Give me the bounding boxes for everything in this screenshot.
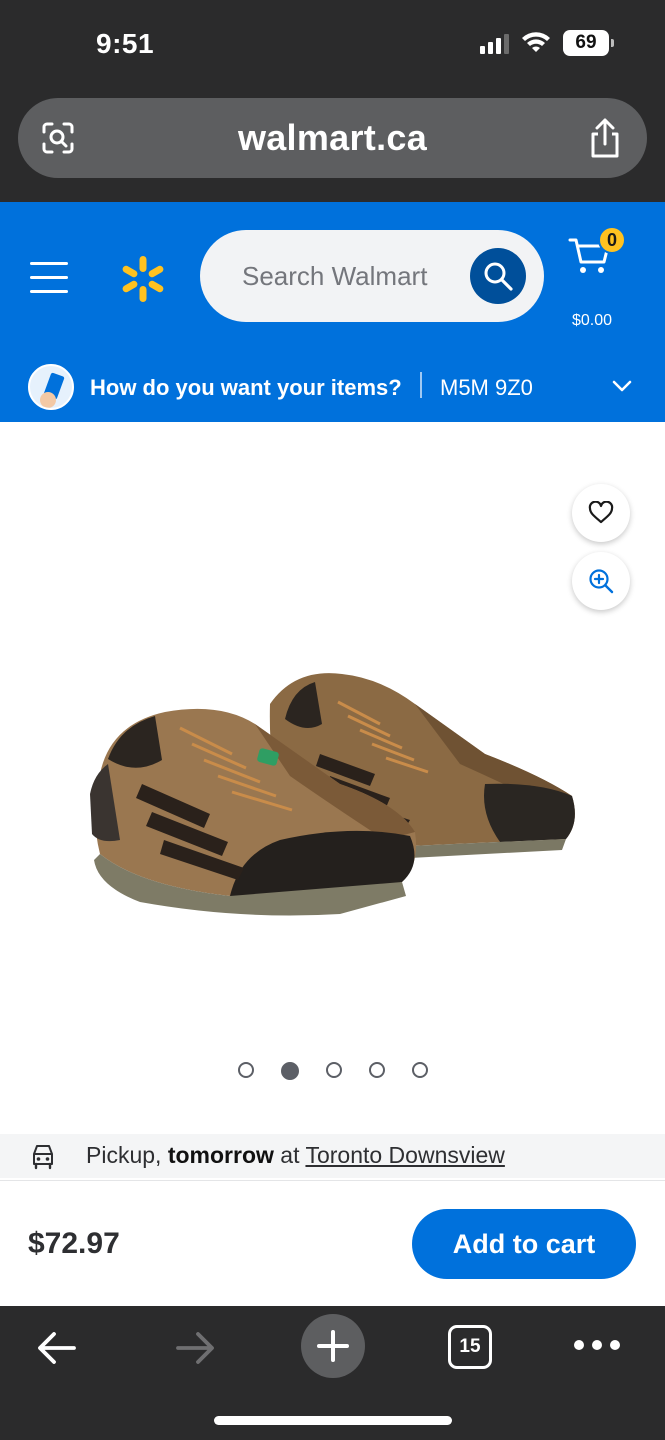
carousel-indicator[interactable] (0, 1062, 665, 1080)
forward-arrow-icon[interactable] (172, 1328, 218, 1368)
purchase-bar: $72.97 Add to cart (0, 1180, 665, 1306)
product-price: $72.97 (28, 1227, 120, 1260)
back-arrow-icon[interactable] (34, 1328, 80, 1368)
carousel-dot[interactable] (325, 1062, 342, 1078)
status-time: 9:51 (96, 28, 155, 59)
delivery-divider (420, 372, 422, 398)
chevron-down-icon[interactable] (610, 378, 634, 394)
search-icon (484, 262, 513, 291)
share-icon[interactable] (585, 116, 625, 160)
cart-count-badge: 0 (598, 226, 626, 254)
zoom-in-icon (589, 569, 614, 594)
status-indicators: 69 (480, 30, 614, 56)
address-bar[interactable]: walmart.ca (18, 98, 647, 178)
more-options-icon[interactable] (574, 1340, 620, 1354)
pickup-store-link[interactable]: Toronto Downsview (305, 1142, 504, 1168)
page-scan-icon[interactable] (38, 118, 78, 158)
cart-button[interactable]: 0 $0.00 (568, 226, 628, 329)
zoom-button[interactable] (572, 552, 630, 610)
browser-toolbar: 15 (0, 1306, 665, 1440)
pickup-day: tomorrow (167, 1142, 274, 1168)
carousel-dot[interactable] (237, 1062, 254, 1078)
delivery-phone-icon (28, 364, 74, 410)
new-tab-button[interactable] (301, 1314, 365, 1378)
walmart-spark-logo[interactable] (118, 254, 168, 304)
pickup-text: Pickup, tomorrow at Toronto Downsview (86, 1142, 505, 1169)
cellular-signal-icon (480, 32, 509, 54)
heart-icon (588, 501, 614, 524)
search-input[interactable] (242, 260, 462, 292)
carousel-dot[interactable] (411, 1062, 428, 1078)
pickup-info: Pickup, tomorrow at Toronto Downsview (0, 1134, 665, 1178)
walmart-header: 0 $0.00 How do you want your items? M5M … (0, 202, 665, 422)
menu-icon[interactable] (30, 262, 70, 294)
search-button[interactable] (470, 248, 526, 304)
carousel-dot[interactable] (368, 1062, 385, 1078)
battery-icon: 69 (563, 30, 614, 56)
product-image-gallery[interactable] (0, 422, 665, 1134)
pickup-connector: at (280, 1142, 300, 1168)
car-icon (33, 1145, 53, 1170)
home-indicator (214, 1416, 452, 1425)
favorite-button[interactable] (572, 484, 630, 542)
pickup-prefix: Pickup, (86, 1142, 162, 1168)
carousel-dot[interactable] (280, 1062, 299, 1080)
add-to-cart-button[interactable]: Add to cart (412, 1209, 636, 1279)
tabs-button[interactable]: 15 (448, 1325, 492, 1369)
delivery-question[interactable]: How do you want your items? (90, 375, 402, 401)
plus-icon (317, 1330, 349, 1362)
url-text[interactable]: walmart.ca (238, 117, 427, 159)
wifi-icon (522, 32, 550, 52)
postal-code[interactable]: M5M 9Z0 (440, 375, 533, 401)
delivery-selector[interactable]: How do you want your items? M5M 9Z0 (0, 342, 665, 422)
browser-top-chrome: 9:51 69 walmart.ca (0, 0, 665, 202)
work-shoes-image[interactable] (80, 664, 590, 954)
search-box[interactable] (200, 230, 544, 322)
cart-total: $0.00 (572, 312, 613, 329)
